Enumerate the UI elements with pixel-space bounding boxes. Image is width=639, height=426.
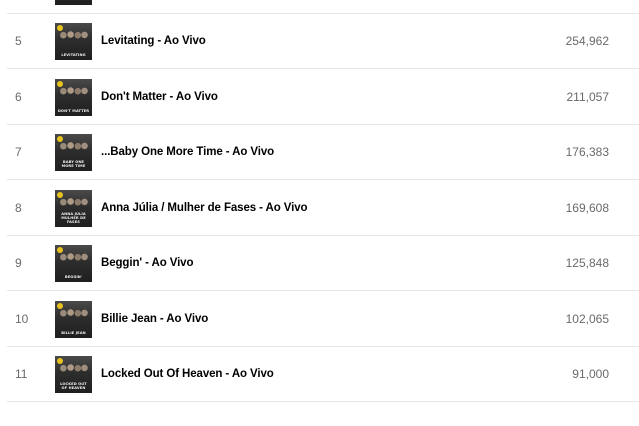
- band-photo: [59, 142, 88, 156]
- track-title[interactable]: Locked Out Of Heaven - Ao Vivo: [101, 347, 274, 402]
- track-title[interactable]: Beggin' - Ao Vivo: [101, 236, 194, 291]
- band-photo: [59, 31, 88, 45]
- album-art[interactable]: BEGGIN': [55, 245, 92, 282]
- band-photo: [59, 309, 88, 323]
- track-title[interactable]: Anna Júlia / Mulher de Fases - Ao Vivo: [101, 181, 308, 236]
- track-row[interactable]: 11 LOCKED OUT OF HEAVEN Locked Out Of He…: [0, 347, 639, 402]
- track-row[interactable]: 10 BILLIE JEAN Billie Jean - Ao Vivo 102…: [0, 292, 639, 347]
- album-art-caption: LEVITATING: [61, 53, 86, 57]
- band-photo: [59, 364, 88, 378]
- track-rank: 7: [15, 145, 22, 159]
- album-art-caption: BEGGIN': [64, 275, 83, 279]
- play-count: 91,000: [572, 367, 609, 381]
- track-rank: 10: [15, 312, 29, 326]
- track-title[interactable]: Levitating - Ao Vivo: [101, 14, 206, 69]
- album-art-caption: LOCKED OUT OF HEAVEN: [60, 382, 87, 390]
- album-art[interactable]: DON'T MATTER: [55, 79, 92, 116]
- track-rank: 9: [15, 256, 22, 270]
- play-count: 169,608: [565, 201, 609, 215]
- album-art[interactable]: LEVITATING: [55, 23, 92, 60]
- track-rank: 5: [15, 34, 22, 48]
- track-row[interactable]: 9 BEGGIN' Beggin' - Ao Vivo 125,848: [0, 236, 639, 291]
- track-row-partial[interactable]: [0, 0, 639, 14]
- album-art[interactable]: ANNA JÚLIA MULHER DE FASES: [55, 190, 92, 227]
- album-art-caption: BILLIE JEAN: [61, 331, 86, 335]
- track-row[interactable]: 7 BABY ONE MORE TIME ...Baby One More Ti…: [0, 125, 639, 180]
- band-photo: [59, 198, 88, 212]
- play-count: 254,962: [565, 34, 609, 48]
- track-row[interactable]: 6 DON'T MATTER Don't Matter - Ao Vivo 21…: [0, 70, 639, 125]
- album-art-caption: BABY ONE MORE TIME: [61, 160, 86, 168]
- album-art[interactable]: BABY ONE MORE TIME: [55, 134, 92, 171]
- play-count: 102,065: [565, 312, 609, 326]
- album-art[interactable]: [55, 0, 92, 5]
- track-title[interactable]: ...Baby One More Time - Ao Vivo: [101, 125, 274, 180]
- album-art-caption: DON'T MATTER: [57, 109, 90, 113]
- track-rank: 8: [15, 201, 22, 215]
- track-list: 5 LEVITATING Levitating - Ao Vivo 254,96…: [0, 0, 639, 426]
- track-rank: 6: [15, 90, 22, 104]
- track-row[interactable]: 5 LEVITATING Levitating - Ao Vivo 254,96…: [0, 14, 639, 69]
- play-count: 176,383: [565, 145, 609, 159]
- track-title[interactable]: Don't Matter - Ao Vivo: [101, 70, 218, 125]
- play-count: 125,848: [565, 256, 609, 270]
- album-art-caption: ANNA JÚLIA MULHER DE FASES: [61, 212, 86, 224]
- album-art[interactable]: BILLIE JEAN: [55, 301, 92, 338]
- album-art[interactable]: LOCKED OUT OF HEAVEN: [55, 356, 92, 393]
- track-rank: 11: [15, 367, 28, 381]
- track-row[interactable]: 8 ANNA JÚLIA MULHER DE FASES Anna Júlia …: [0, 181, 639, 236]
- band-photo: [59, 87, 88, 101]
- play-count: 211,057: [566, 90, 610, 104]
- band-photo: [59, 253, 88, 267]
- track-title[interactable]: Billie Jean - Ao Vivo: [101, 292, 208, 347]
